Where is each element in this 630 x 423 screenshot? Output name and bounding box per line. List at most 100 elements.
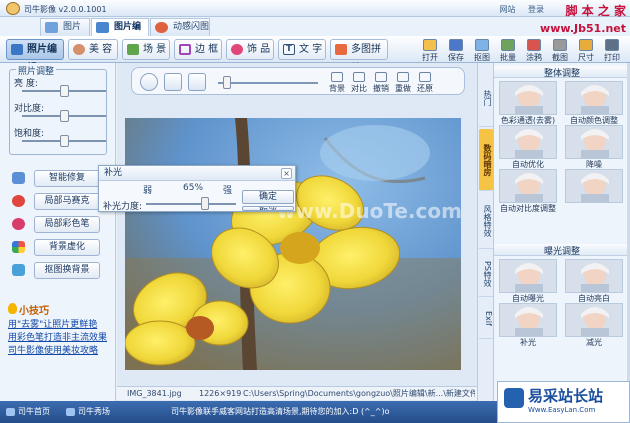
picture-icon [12, 264, 25, 276]
canvas-area: 背景 对比 撤销 重做 还原 www.DuoTe.com IMG_3841.jp… [117, 63, 477, 401]
redo-button[interactable]: 重做 [394, 72, 412, 94]
tab-hot[interactable]: 热门 [479, 69, 493, 127]
disk-icon [449, 39, 463, 51]
effect-thumbnail[interactable] [499, 303, 557, 337]
home-link[interactable]: 司牛首页 [6, 405, 50, 419]
camera-icon [553, 39, 567, 51]
doodle-button[interactable]: 涂鸦 [523, 38, 545, 62]
collage-button[interactable]: 多图拼贴 [330, 39, 388, 74]
tab-image-edit[interactable]: 图片编辑 [91, 18, 149, 49]
tab-digital-darkroom[interactable]: 数码暗房 [479, 129, 493, 191]
fill-light-dialog: 补光 × 弱 65% 强 补光力度: 确定 取消 [98, 165, 296, 212]
vbtn-label: 撤销 [373, 84, 389, 93]
effect-thumbnail[interactable] [565, 169, 623, 203]
restore-icon [419, 72, 431, 82]
bow-icon [231, 44, 243, 55]
tab-image-library[interactable]: 图片库 [40, 18, 90, 49]
tip-link-color-pen[interactable]: 用彩色笔打造非主流效果 [8, 330, 107, 343]
home-icon [6, 408, 15, 416]
scissors-icon [475, 39, 489, 51]
effect-thumbnail[interactable] [499, 169, 557, 203]
effect-thumbnail[interactable] [565, 303, 623, 337]
undo-button[interactable]: 撤销 [372, 72, 390, 94]
pen-icon [12, 218, 25, 230]
tab-exif[interactable]: Exif [479, 299, 493, 339]
tip-link-makeup[interactable]: 司牛影像使用美妆攻略 [8, 343, 98, 356]
close-icon[interactable]: × [281, 168, 292, 179]
smart-repair-row: 智能修复 [9, 170, 109, 187]
fill-strength-slider[interactable] [200, 197, 209, 210]
contrast-slider[interactable] [60, 110, 69, 122]
tip-link-dehaze[interactable]: 用"去雾"让照片更鲜艳 [8, 317, 97, 330]
effect-thumbnail[interactable] [565, 81, 623, 115]
main-toolbar: 照片编辑 美 容 场 景 边 框 饰 品 T 文 字 多图拼贴 打开 保存 抠图… [0, 36, 630, 74]
batch-button[interactable]: 批量 [497, 38, 519, 62]
saturation-slider[interactable] [60, 135, 69, 147]
zoom-track[interactable] [218, 82, 318, 84]
local-color-pen-button[interactable]: 局部彩色笔 [34, 216, 100, 233]
text-button[interactable]: T 文 字 [278, 39, 326, 60]
weak-label: 弱 [143, 186, 153, 196]
star-icon [66, 408, 75, 416]
restore-button[interactable]: 还原 [416, 72, 434, 94]
accessory-button[interactable]: 饰 品 [226, 39, 274, 60]
watermark-url: www.Jb51.net [540, 22, 626, 35]
percent-value: 65% [183, 183, 204, 193]
effect-thumbnail[interactable] [565, 125, 623, 159]
website-link[interactable]: 网站 [499, 5, 515, 14]
tab-ps-effects[interactable]: PS特效 [479, 251, 493, 297]
effect-thumbnail[interactable] [499, 125, 557, 159]
photo-edit-button[interactable]: 照片编辑 [6, 39, 64, 74]
showcase-link[interactable]: 司牛秀场 [66, 405, 110, 419]
app-logo-icon [6, 2, 20, 15]
tool-label: 批量 [500, 53, 516, 62]
cutout-button[interactable]: 抠图 [471, 38, 493, 62]
cutout-row: 抠图换背景 [9, 262, 109, 279]
lightbulb-icon [8, 303, 17, 314]
cutout-background-button[interactable]: 抠图换背景 [34, 262, 100, 279]
tool-label: 涂鸦 [526, 53, 542, 62]
scene-button[interactable]: 场 景 [122, 39, 170, 60]
fill-strength-track[interactable] [146, 203, 236, 205]
ok-button[interactable]: 确定 [242, 190, 294, 204]
left-panel: 照片调整 亮 度: 对比度: 饱和度: 智能修复 局部马赛克 局部彩色笔 背景虚… [0, 63, 116, 401]
screenshot-button[interactable]: 截图 [549, 38, 571, 62]
saturation-label: 饱和度: [14, 129, 45, 139]
stack-icon [501, 39, 515, 51]
tool-label: 场 景 [143, 44, 167, 55]
screen-fit-button[interactable] [164, 73, 182, 91]
bottom-message[interactable]: 司牛影像联手威客网站打造高清场景,期待您的加入:D (^_^)o [171, 406, 389, 417]
save-button[interactable]: 保存 [445, 38, 467, 62]
background-button[interactable]: 背景 [328, 72, 346, 94]
site-logo-url: Www.EasyLan.Com [528, 406, 596, 414]
cancel-button[interactable]: 取消 [242, 206, 294, 211]
compare-button[interactable]: 对比 [350, 72, 368, 94]
zoom-slider[interactable] [223, 76, 231, 89]
beauty-button[interactable]: 美 容 [68, 39, 118, 60]
print-button[interactable]: 打印 [601, 38, 623, 62]
effect-thumbnail[interactable] [499, 259, 557, 293]
size-button[interactable]: 尺寸 [575, 38, 597, 62]
smart-repair-button[interactable]: 智能修复 [34, 170, 100, 187]
actual-size-button[interactable] [188, 73, 206, 91]
section-title-overall: 整体调整 [494, 66, 630, 79]
rotate-button[interactable] [140, 73, 158, 91]
vbtn-label: 重做 [395, 84, 411, 93]
effect-thumbnail[interactable] [499, 81, 557, 115]
open-button[interactable]: 打开 [419, 38, 441, 62]
text-t-icon: T [283, 44, 295, 55]
effect-thumbnail[interactable] [565, 259, 623, 293]
home-label: 司牛首页 [18, 407, 50, 416]
tab-style-effects[interactable]: 风格特效 [479, 193, 493, 249]
photo-adjust-group: 照片调整 亮 度: 对比度: 饱和度: [9, 64, 107, 155]
tab-animated-gif[interactable]: 动感闪图 [150, 18, 210, 36]
background-blur-button[interactable]: 背景虚化 [34, 239, 100, 256]
photo-preview[interactable] [125, 118, 461, 370]
blur-row: 背景虚化 [9, 239, 109, 256]
tool-label: 打开 [422, 53, 438, 62]
brightness-slider[interactable] [60, 85, 69, 97]
frame-button[interactable]: 边 框 [174, 39, 222, 60]
local-mosaic-button[interactable]: 局部马赛克 [34, 193, 100, 210]
contrast-label: 对比度: [14, 104, 45, 114]
login-link[interactable]: 登录 [528, 5, 544, 14]
